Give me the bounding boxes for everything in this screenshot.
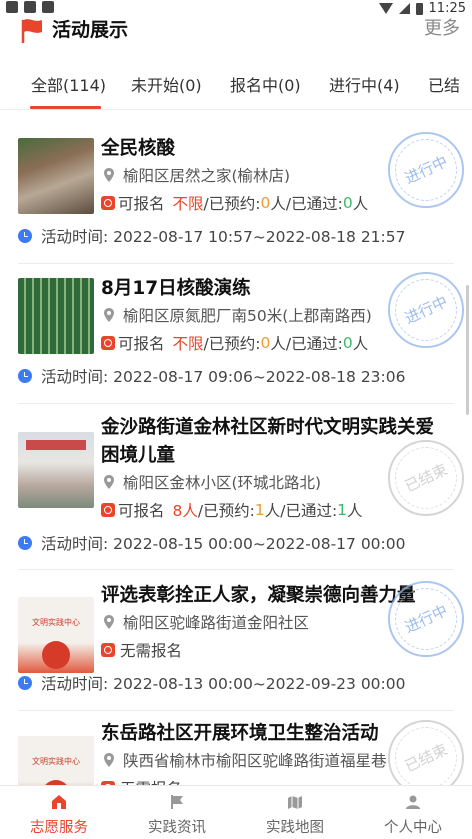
flag-icon bbox=[171, 795, 183, 809]
registration-info: 可报名 不限 /已预约: 0 人/已通过: 0 人 bbox=[101, 332, 368, 354]
registration-icon bbox=[101, 643, 115, 657]
registration-booked-count: 0 bbox=[260, 194, 271, 212]
activity-thumbnail bbox=[18, 432, 94, 508]
registration-booked-label: /已预约: bbox=[203, 195, 261, 213]
map-icon bbox=[288, 796, 302, 809]
activity-location: 榆阳区居然之家(榆林店) bbox=[101, 164, 290, 186]
activity-time: 活动时间: 2022-08-17 10:57~2022-08-18 21:57 bbox=[18, 225, 406, 247]
activity-thumbnail bbox=[18, 138, 94, 214]
registration-icon bbox=[101, 336, 115, 350]
clock-icon bbox=[18, 229, 32, 243]
registration-passed-count: 0 bbox=[342, 194, 353, 212]
divider bbox=[18, 569, 454, 570]
activity-time-text: 活动时间: 2022-08-17 10:57~2022-08-18 21:57 bbox=[41, 228, 406, 246]
registration-unit: 人 bbox=[347, 502, 363, 520]
registration-booked-label: /已预约: bbox=[203, 335, 261, 353]
registration-unit: 人 bbox=[352, 335, 369, 353]
registration-limit: 不限 bbox=[172, 195, 204, 213]
registration-label: 可报名 bbox=[118, 335, 165, 353]
activity-time: 活动时间: 2022-08-13 00:00~2022-09-23 00:00 bbox=[18, 672, 406, 694]
more-button[interactable]: 更多 bbox=[424, 14, 460, 40]
registration-unit: 人 bbox=[352, 195, 369, 213]
location-pin-icon bbox=[104, 753, 114, 767]
location-text: 榆阳区驼峰路街道金阳社区 bbox=[123, 614, 310, 632]
registration-info: 可报名 8人 /已预约: 1 人/已通过: 1 人 bbox=[101, 499, 363, 521]
status-stamp: 进行中 bbox=[388, 132, 464, 208]
nav-label: 志愿服务 bbox=[30, 820, 88, 836]
tab-ended[interactable]: 已结 bbox=[428, 72, 460, 96]
registration-info: 可报名 不限 /已预约: 0 人/已通过: 0 人 bbox=[101, 192, 368, 214]
registration-label: 无需报名 bbox=[120, 642, 183, 660]
nav-practice-news[interactable]: 实践资讯 bbox=[118, 786, 236, 839]
registration-label: 可报名 bbox=[118, 195, 165, 213]
status-stamp: 进行中 bbox=[388, 272, 464, 348]
divider bbox=[18, 263, 454, 264]
location-text: 榆阳区居然之家(榆林店) bbox=[123, 167, 291, 185]
bottom-navigation: 志愿服务 实践资讯 实践地图 个人中心 bbox=[0, 785, 472, 839]
nav-volunteer-service[interactable]: 志愿服务 bbox=[0, 786, 118, 839]
nav-practice-map[interactable]: 实践地图 bbox=[236, 786, 354, 839]
tab-not-started[interactable]: 未开始(0) bbox=[131, 72, 202, 96]
registration-passed-label: 人/已通过: bbox=[270, 195, 343, 213]
registration-passed-label: 人/已通过: bbox=[270, 335, 343, 353]
registration-passed-count: 0 bbox=[342, 334, 353, 352]
nav-label: 实践地图 bbox=[266, 820, 324, 836]
activity-time-text: 活动时间: 2022-08-15 00:00~2022-08-17 00:00 bbox=[41, 535, 406, 553]
registration-booked-count: 0 bbox=[260, 334, 271, 352]
activity-location: 榆阳区金林小区(环城北路北) bbox=[101, 471, 321, 493]
registration-limit: 8人 bbox=[172, 502, 198, 520]
nav-label: 实践资讯 bbox=[148, 820, 206, 836]
location-pin-icon bbox=[104, 475, 114, 489]
tab-in-progress[interactable]: 进行中(4) bbox=[329, 72, 400, 96]
registration-icon bbox=[101, 503, 115, 517]
activity-location: 榆阳区驼峰路街道金阳社区 bbox=[101, 611, 309, 633]
clock-icon bbox=[18, 536, 32, 550]
red-flag-icon bbox=[21, 19, 42, 43]
divider bbox=[18, 403, 454, 404]
home-icon bbox=[52, 795, 66, 809]
tab-registering[interactable]: 报名中(0) bbox=[230, 72, 301, 96]
registration-booked-count: 1 bbox=[254, 501, 265, 519]
status-stamp: 已结束 bbox=[388, 440, 464, 516]
activity-time-text: 活动时间: 2022-08-13 00:00~2022-09-23 00:00 bbox=[41, 675, 406, 693]
emblem-icon bbox=[42, 641, 70, 669]
location-pin-icon bbox=[104, 308, 114, 322]
activity-thumbnail bbox=[18, 278, 94, 354]
registration-limit: 不限 bbox=[172, 335, 204, 353]
activity-time-text: 活动时间: 2022-08-17 09:06~2022-08-18 23:06 bbox=[41, 368, 406, 386]
location-pin-icon bbox=[104, 615, 114, 629]
clock-icon bbox=[18, 676, 32, 690]
location-pin-icon bbox=[104, 168, 114, 182]
status-tabs: 全部(114) 未开始(0) 报名中(0) 进行中(4) 已结 bbox=[0, 62, 472, 110]
location-text: 榆阳区原氮肥厂南50米(上郡南路西) bbox=[123, 307, 372, 325]
registration-passed-label: 人/已通过: bbox=[264, 502, 338, 520]
activity-location: 榆阳区原氮肥厂南50米(上郡南路西) bbox=[101, 304, 372, 326]
activity-time: 活动时间: 2022-08-17 09:06~2022-08-18 23:06 bbox=[18, 365, 406, 387]
location-text: 榆阳区金林小区(环城北路北) bbox=[123, 474, 322, 492]
active-tab-indicator bbox=[30, 106, 101, 109]
tab-all[interactable]: 全部(114) bbox=[31, 72, 106, 96]
page-title: 活动展示 bbox=[52, 19, 129, 41]
nav-personal-center[interactable]: 个人中心 bbox=[354, 786, 472, 839]
clock-icon bbox=[18, 369, 32, 383]
thumbnail-caption: 文明实践中心 bbox=[32, 618, 80, 627]
thumbnail-caption: 文明实践中心 bbox=[32, 757, 80, 766]
activity-time: 活动时间: 2022-08-15 00:00~2022-08-17 00:00 bbox=[18, 532, 406, 554]
nav-label: 个人中心 bbox=[384, 820, 442, 836]
registration-label: 可报名 bbox=[118, 502, 165, 520]
registration-icon bbox=[101, 196, 115, 210]
registration-info: 无需报名 bbox=[101, 639, 182, 661]
status-stamp: 进行中 bbox=[388, 581, 464, 657]
activity-location: 陕西省榆林市榆阳区驼峰路街道福星巷 bbox=[101, 749, 387, 771]
user-icon bbox=[406, 795, 420, 809]
scrollbar[interactable] bbox=[466, 285, 469, 415]
registration-passed-count: 1 bbox=[337, 501, 348, 519]
location-text: 陕西省榆林市榆阳区驼峰路街道福星巷 bbox=[123, 752, 387, 770]
divider bbox=[18, 710, 454, 711]
header: 活动展示 更多 bbox=[0, 10, 472, 46]
activity-thumbnail: 文明实践中心 bbox=[18, 597, 94, 673]
registration-booked-label: /已预约: bbox=[197, 502, 255, 520]
